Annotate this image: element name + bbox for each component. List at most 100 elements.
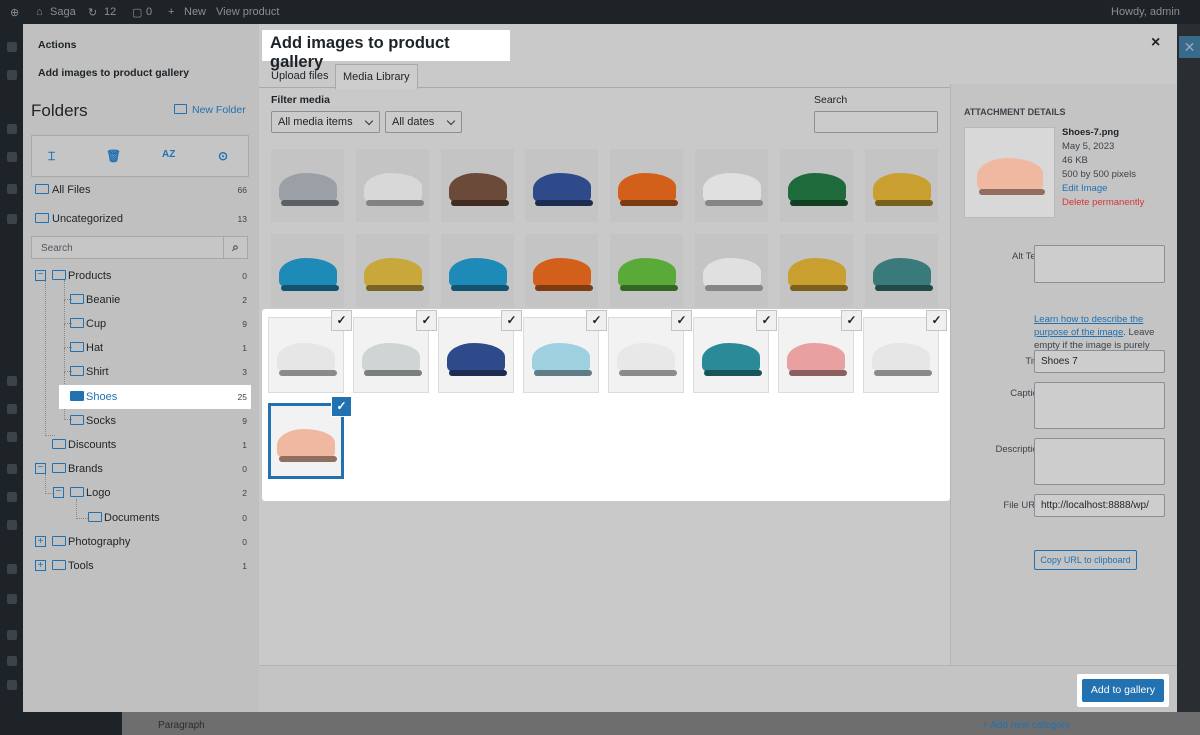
tab-media-library[interactable]: Media Library (335, 64, 418, 89)
folder-icon (70, 318, 84, 328)
folder-search-input[interactable]: Search ⌕ (31, 236, 248, 259)
alt-text-field[interactable] (1034, 245, 1165, 283)
howdy-user[interactable]: Howdy, admin (1111, 6, 1180, 18)
folder-products[interactable]: − Products 0 (35, 267, 247, 287)
media-thumbnail[interactable] (610, 149, 684, 222)
menu-item-gallery[interactable]: Add images to product gallery (38, 67, 189, 79)
menu-icon[interactable] (7, 520, 17, 530)
folder-label: Photography (68, 536, 131, 548)
view-product-link[interactable]: View product (216, 6, 279, 18)
collapse-icon[interactable]: − (35, 270, 46, 281)
folder-hat[interactable]: Hat 1 (70, 339, 247, 359)
folder-count: 2 (242, 295, 247, 305)
menu-icon[interactable] (7, 152, 17, 162)
file-url-field[interactable]: http://localhost:8888/wp/ (1034, 494, 1165, 517)
expand-icon[interactable]: + (35, 536, 46, 547)
rename-icon[interactable]: ⌶ (48, 149, 55, 164)
folder-count: 0 (242, 537, 247, 547)
attachment-date: May 5, 2023 (1062, 141, 1115, 152)
check-icon[interactable]: ✓ (417, 311, 436, 330)
media-thumbnail[interactable] (864, 149, 938, 222)
media-thumbnail[interactable] (779, 149, 853, 222)
menu-icon[interactable] (7, 680, 17, 690)
media-thumbnail[interactable] (525, 234, 599, 307)
folder-tools[interactable]: + Tools 1 (35, 557, 247, 577)
check-icon[interactable]: ✓ (842, 311, 861, 330)
edit-image-link[interactable]: Edit Image (1062, 183, 1107, 194)
menu-icon[interactable] (7, 70, 17, 80)
tab-upload-files[interactable]: Upload files (264, 64, 335, 89)
more-icon[interactable]: ⊙ (218, 149, 228, 163)
media-search-input[interactable] (814, 111, 938, 133)
description-field[interactable] (1034, 438, 1165, 485)
menu-icon[interactable] (7, 594, 17, 604)
media-thumbnail[interactable] (695, 149, 768, 222)
media-thumbnail[interactable] (355, 234, 429, 307)
media-thumbnail[interactable] (610, 234, 684, 307)
folder-open-icon (70, 487, 84, 497)
menu-icon[interactable] (7, 432, 17, 442)
delete-permanently-link[interactable]: Delete permanently (1062, 197, 1144, 208)
check-icon[interactable]: ✓ (332, 311, 351, 330)
menu-icon[interactable] (7, 184, 17, 194)
folder-documents[interactable]: Documents 0 (88, 509, 247, 529)
folder-all-files[interactable]: All Files 66 (35, 181, 247, 201)
menu-icon[interactable] (7, 464, 17, 474)
check-icon[interactable]: ✓ (502, 311, 521, 330)
folder-shoes[interactable]: Shoes 25 (70, 388, 247, 408)
expand-icon[interactable]: + (35, 560, 46, 571)
media-type-select[interactable]: All media items (271, 111, 380, 133)
menu-icon[interactable] (7, 564, 17, 574)
menu-icon[interactable] (7, 376, 17, 386)
media-thumbnail[interactable] (271, 149, 344, 222)
new-folder-button[interactable]: New Folder (174, 104, 246, 116)
menu-icon[interactable] (7, 124, 17, 134)
media-thumbnail[interactable] (779, 234, 853, 307)
new-link[interactable]: New (184, 6, 206, 18)
wordpress-icon[interactable]: ⊕ (10, 6, 19, 19)
delete-icon[interactable]: 🗑 (106, 149, 121, 163)
folder-photography[interactable]: + Photography 0 (35, 533, 247, 553)
folder-socks[interactable]: Socks 9 (70, 412, 247, 432)
media-thumbnail[interactable] (864, 234, 938, 307)
title-field[interactable]: Shoes 7 (1034, 350, 1165, 373)
menu-icon[interactable] (7, 42, 17, 52)
updates-icon: ↻ (88, 7, 98, 19)
media-thumbnail[interactable] (440, 149, 514, 222)
date-select[interactable]: All dates (385, 111, 462, 133)
add-to-gallery-button[interactable]: Add to gallery (1082, 679, 1164, 702)
media-thumbnail[interactable] (355, 149, 429, 222)
check-icon[interactable]: ✓ (587, 311, 606, 330)
menu-icon[interactable] (7, 404, 17, 414)
menu-icon[interactable] (7, 492, 17, 502)
folder-logo[interactable]: − Logo 2 (53, 484, 247, 504)
check-icon[interactable]: ✓ (927, 311, 946, 330)
check-icon[interactable]: ✓ (332, 397, 351, 416)
check-icon[interactable]: ✓ (757, 311, 776, 330)
check-icon[interactable]: ✓ (672, 311, 691, 330)
folder-beanie[interactable]: Beanie 2 (70, 291, 247, 311)
menu-icon[interactable] (7, 630, 17, 640)
folder-shirt[interactable]: Shirt 3 (70, 363, 247, 383)
folder-brands[interactable]: − Brands 0 (35, 460, 247, 480)
updates-count[interactable]: 12 (104, 6, 116, 18)
folder-icon (70, 366, 84, 376)
folder-uncategorized[interactable]: Uncategorized 13 (35, 210, 247, 230)
caption-field[interactable] (1034, 382, 1165, 429)
search-icon[interactable]: ⌕ (223, 237, 247, 258)
copy-url-button[interactable]: Copy URL to clipboard (1034, 550, 1137, 570)
folder-cup[interactable]: Cup 9 (70, 315, 247, 335)
menu-icon[interactable] (7, 214, 17, 224)
media-thumbnail[interactable] (271, 234, 344, 307)
sort-icon[interactable]: AZ (162, 149, 175, 160)
media-thumbnail[interactable] (440, 234, 514, 307)
collapse-icon[interactable]: − (35, 463, 46, 474)
close-icon[interactable]: × (1151, 34, 1160, 52)
media-thumbnail[interactable] (695, 234, 768, 307)
menu-icon[interactable] (7, 656, 17, 666)
collapse-icon[interactable]: − (53, 487, 64, 498)
site-name[interactable]: Saga (50, 6, 76, 18)
comments-count[interactable]: 0 (146, 6, 152, 18)
media-thumbnail[interactable] (525, 149, 599, 222)
folder-discounts[interactable]: Discounts 1 (52, 436, 247, 456)
